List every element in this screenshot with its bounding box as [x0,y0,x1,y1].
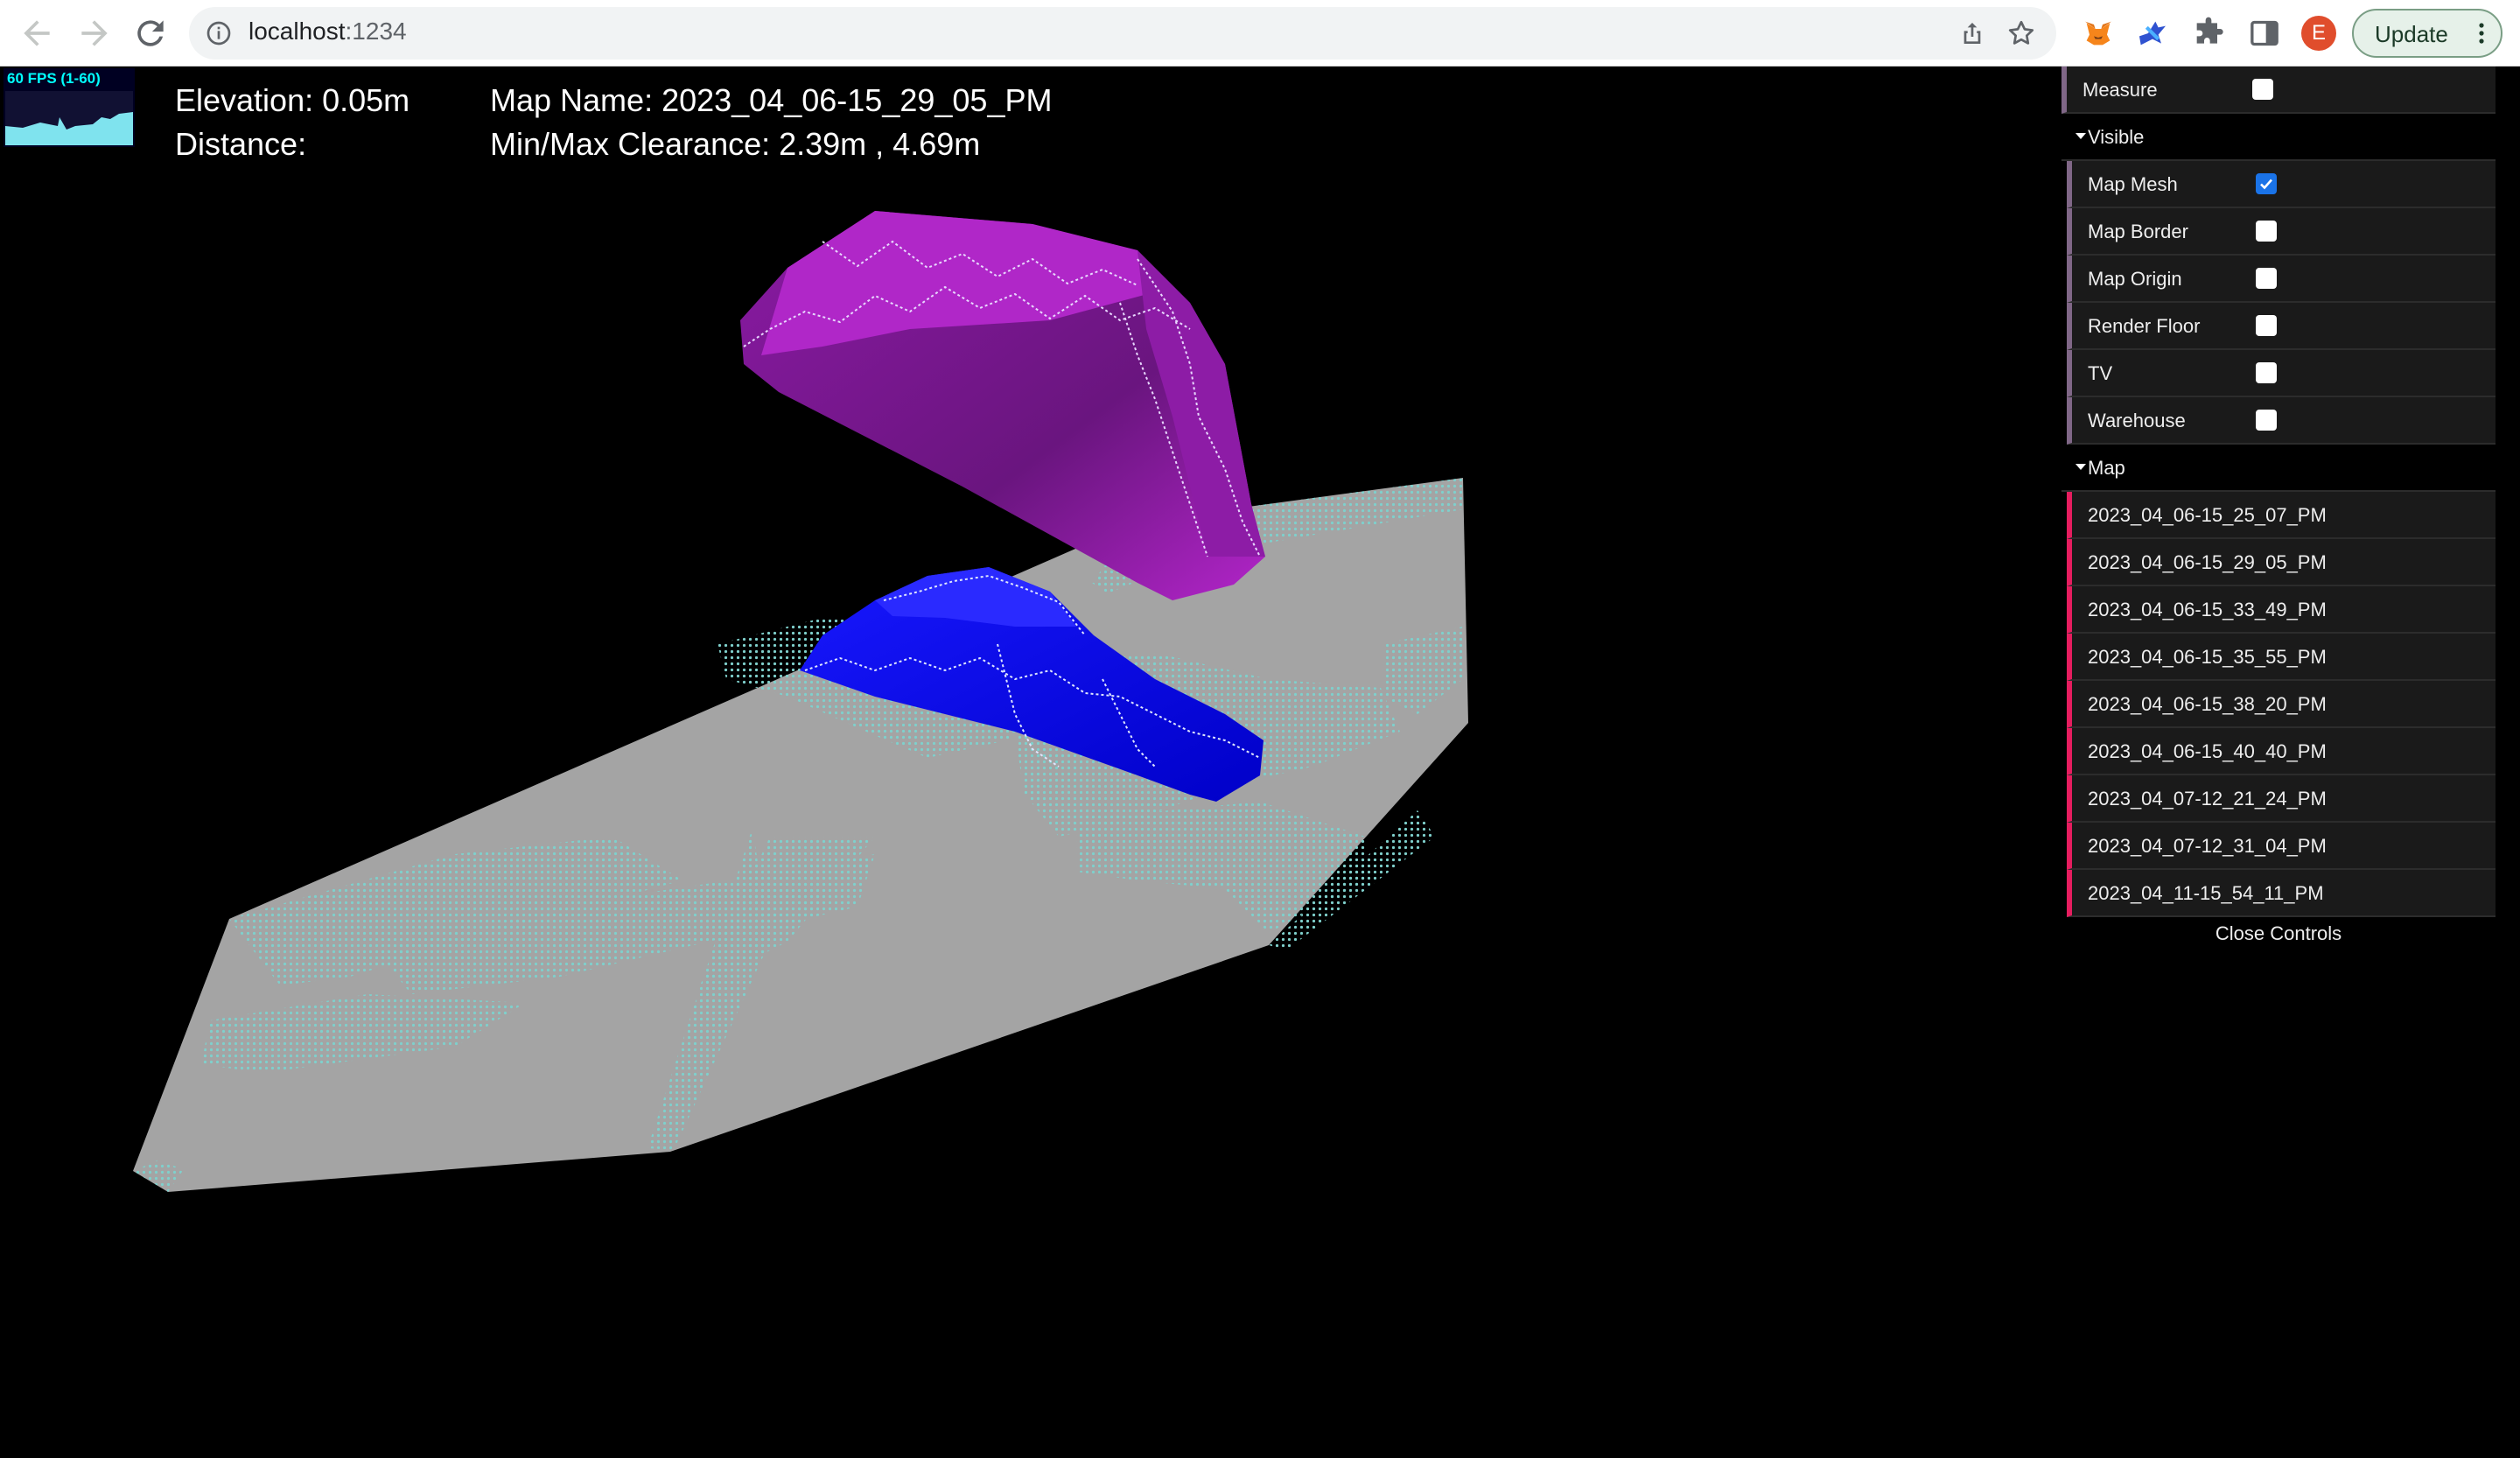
visible-folder-title: Visible [2088,126,2145,148]
map-folder-header[interactable]: Map [2062,445,2496,492]
chevron-down-icon [2076,464,2086,470]
url-port: :1234 [345,18,407,45]
map-item[interactable]: 2023_04_06-15_38_20_PM [2067,681,2496,728]
chevron-down-icon [2076,133,2086,139]
url-text[interactable]: localhost:1234 [248,18,407,46]
map-border-checkbox[interactable] [2256,221,2277,242]
close-controls-button[interactable]: Close Controls [2062,917,2496,950]
distance-readout: Distance: [175,126,307,162]
fps-stats-panel[interactable]: 60 FPS (1-60) [4,68,135,147]
map-border-control[interactable]: Map Border [2067,208,2496,256]
warehouse-control[interactable]: Warehouse [2067,397,2496,445]
warehouse-checkbox[interactable] [2256,410,2277,431]
extension-icon[interactable] [2135,16,2170,51]
more-vert-icon[interactable] [2473,19,2490,47]
map-item-label: 2023_04_11-15_54_11_PM [2088,882,2324,904]
controls-panel: Measure Visible Map Mesh Map Border Map … [2062,67,2496,950]
clearance-readout: Min/Max Clearance: 2.39m , 4.69m [490,126,981,162]
reload-icon[interactable] [131,14,170,53]
render-floor-checkbox[interactable] [2256,315,2277,336]
map-item[interactable]: 2023_04_07-12_31_04_PM [2067,823,2496,870]
map-name-readout: Map Name: 2023_04_06-15_29_05_PM [490,82,1053,118]
update-button-label: Update [2375,21,2448,47]
map-item-label: 2023_04_06-15_25_07_PM [2088,504,2327,526]
map-item-label: 2023_04_07-12_31_04_PM [2088,835,2327,857]
map-item[interactable]: 2023_04_11-15_54_11_PM [2067,870,2496,917]
fps-label: 60 FPS (1-60) [7,70,101,87]
map-mesh-control[interactable]: Map Mesh [2067,161,2496,208]
map-item-label: 2023_04_06-15_40_40_PM [2088,740,2327,762]
map-origin-control[interactable]: Map Origin [2067,256,2496,303]
tv-label: TV [2088,362,2113,384]
measure-control[interactable]: Measure [2062,67,2496,114]
map-item-label: 2023_04_06-15_35_55_PM [2088,646,2327,668]
metamask-fox-icon[interactable] [2081,16,2116,51]
tv-checkbox[interactable] [2256,362,2277,383]
map-item-label: 2023_04_06-15_33_49_PM [2088,599,2327,620]
url-host: localhost [248,18,346,45]
upper-clearance-mesh [740,211,1265,600]
info-icon[interactable] [205,19,233,47]
update-button[interactable]: Update [2352,9,2502,58]
forward-arrow-icon[interactable] [75,14,114,53]
star-icon[interactable] [2006,18,2037,49]
map-item-label: 2023_04_06-15_38_20_PM [2088,693,2327,715]
map-border-label: Map Border [2088,221,2188,242]
map-item[interactable]: 2023_04_06-15_25_07_PM [2067,492,2496,539]
map-item-label: 2023_04_07-12_21_24_PM [2088,788,2327,810]
map-mesh-label: Map Mesh [2088,173,2178,195]
map-mesh-checkbox[interactable] [2256,173,2277,194]
address-bar[interactable]: localhost:1234 [189,7,2056,60]
render-floor-control[interactable]: Render Floor [2067,303,2496,350]
tv-control[interactable]: TV [2067,350,2496,397]
visible-folder-header[interactable]: Visible [2062,114,2496,161]
puzzle-icon[interactable] [2191,16,2226,51]
measure-label: Measure [2082,79,2158,101]
map-list: 2023_04_06-15_25_07_PM 2023_04_06-15_29_… [2067,492,2496,917]
warehouse-label: Warehouse [2088,410,2186,431]
map-item[interactable]: 2023_04_06-15_33_49_PM [2067,586,2496,634]
map-item-label: 2023_04_06-15_29_05_PM [2088,551,2327,573]
render-floor-label: Render Floor [2088,315,2201,337]
floor-mesh [133,478,1468,1192]
profile-avatar[interactable]: E [2301,16,2336,51]
map-item[interactable]: 2023_04_06-15_35_55_PM [2067,634,2496,681]
map-item[interactable]: 2023_04_06-15_40_40_PM [2067,728,2496,775]
map-item[interactable]: 2023_04_07-12_21_24_PM [2067,775,2496,823]
map-origin-label: Map Origin [2088,268,2182,290]
sidebar-icon[interactable] [2247,16,2282,51]
measure-checkbox[interactable] [2252,79,2273,100]
visible-folder-items: Map Mesh Map Border Map Origin Render Fl… [2067,161,2496,445]
share-icon[interactable] [1958,19,1986,47]
map-origin-checkbox[interactable] [2256,268,2277,289]
elevation-readout: Elevation: 0.05m [175,82,410,118]
map-item[interactable]: 2023_04_06-15_29_05_PM [2067,539,2496,586]
map-folder-title: Map [2088,457,2125,479]
fps-graph [5,91,133,145]
browser-toolbar: localhost:1234 E Update [0,0,2520,67]
back-arrow-icon[interactable] [18,14,56,53]
